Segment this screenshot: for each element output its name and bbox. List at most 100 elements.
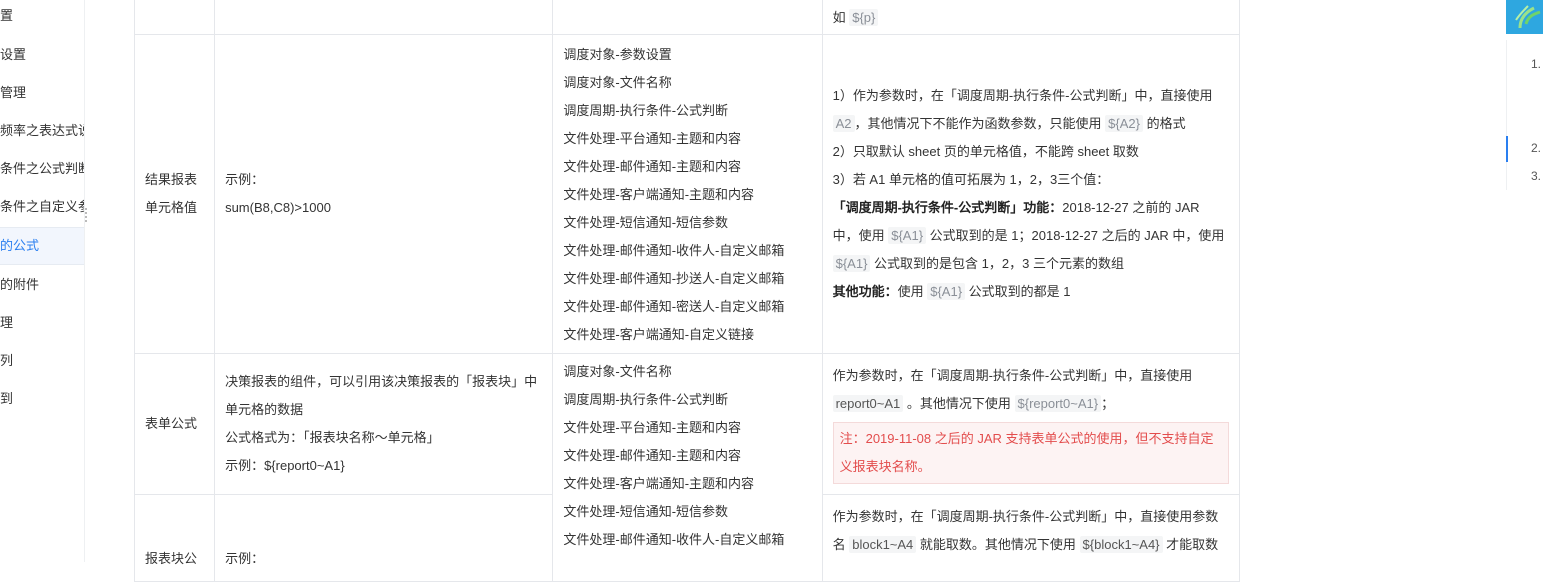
sidebar-item-active[interactable]: 的公式 — [0, 227, 84, 265]
sidebar-item[interactable]: 条件之公式判断 — [0, 151, 84, 187]
formula-table-container: 如 ${p} 结果报表单元格值 示例： sum(B8,C8)>1000 调度对象… — [133, 0, 1241, 582]
sidebar-item[interactable]: 置 — [0, 0, 84, 34]
table-cell: 如 ${p} — [821, 0, 1241, 35]
note-text: 就能取数。其他情况下使用 — [916, 537, 1080, 552]
sidebar-resize-handle[interactable] — [85, 208, 87, 222]
note-text: 公式取到的都是 1 — [965, 284, 1071, 299]
sidebar-item[interactable]: 到 — [0, 381, 84, 417]
inline-code: block1~A4 — [849, 536, 917, 553]
inline-code: report0~A1 — [832, 395, 904, 412]
sidebar-item[interactable]: 列 — [0, 343, 84, 379]
note-paragraph: 3）若 A1 单元格的值可拓展为 1，2，3三个值： — [832, 172, 1110, 187]
usage-item: 文件处理-邮件通知-主题和内容 — [563, 448, 742, 463]
example-cell: 决策报表的组件，可以引用该决策报表的「报表块」中单元格的数据 公式格式为：「报表… — [214, 353, 554, 495]
usage-item: 调度对象-文件名称 — [563, 364, 672, 379]
usage-item: 文件处理-平台通知-主题和内容 — [563, 131, 742, 146]
inline-code: ${block1~A4} — [1079, 536, 1163, 553]
inline-code: ${A1} — [832, 255, 871, 272]
description-text: 决策报表的组件，可以引用该决策报表的「报表块」中单元格的数据 — [225, 374, 538, 417]
usage-item: 文件处理-邮件通知-收件人-自定义邮箱 — [563, 243, 785, 258]
table-of-contents: 1. 2. 3. — [1506, 0, 1543, 562]
usage-item: 文件处理-短信通知-短信参数 — [563, 215, 729, 230]
usage-item: 文件处理-邮件通知-密送人-自定义邮箱 — [563, 299, 785, 314]
toc-active-indicator — [1506, 136, 1508, 162]
type-cell: 表单公式 — [133, 353, 216, 495]
notes-cell: 作为参数时，在「调度周期-执行条件-公式判断」中，直接使用参数名 block1~… — [821, 494, 1241, 582]
note-text: 公式取到的是包含 1，2，3 三个元素的数组 — [870, 256, 1124, 271]
formula-table: 如 ${p} 结果报表单元格值 示例： sum(B8,C8)>1000 调度对象… — [133, 0, 1241, 582]
usage-item: 文件处理-邮件通知-主题和内容 — [563, 159, 742, 174]
table-row: 表单公式 决策报表的组件，可以引用该决策报表的「报表块」中单元格的数据 公式格式… — [133, 353, 1241, 582]
type-label: 表单公式 — [145, 416, 198, 431]
format-text: 公式格式为：「报表块名称～单元格」 — [225, 430, 440, 445]
note-paragraph: 1）作为参数时，在「调度周期-执行条件-公式判断」中，直接使用 A2 ，其他情况下… — [832, 82, 1229, 138]
usage-item: 文件处理-短信通知-短信参数 — [563, 504, 729, 519]
note-text: ，其他情况下不能作为函数参数，只能使用 — [854, 116, 1106, 131]
inline-code: ${report0~A1} — [1014, 395, 1102, 412]
table-cell — [133, 0, 216, 35]
usage-cell: 调度对象-参数设置 调度对象-文件名称 调度周期-执行条件-公式判断 文件处理-… — [552, 34, 823, 354]
example-value: sum(B8,C8)>1000 — [225, 200, 331, 215]
usage-item: 调度对象-参数设置 — [563, 47, 672, 62]
toc-item-active[interactable]: 2. — [1531, 141, 1541, 155]
sidebar-item[interactable]: 管理 — [0, 75, 84, 111]
note-paragraph: 其他功能：使用 ${A1} 公式取到的都是 1 — [833, 278, 1229, 306]
sidebar-item[interactable]: 理 — [0, 305, 84, 341]
usage-cell: 调度对象-文件名称 调度周期-执行条件-公式判断 文件处理-平台通知-主题和内容… — [552, 353, 823, 582]
sidebar-item[interactable]: 条件之自定义参 — [0, 189, 84, 225]
toc-track — [1506, 40, 1507, 190]
note-text: 才能取数 — [1162, 537, 1219, 552]
inline-code: ${A1} — [927, 283, 966, 300]
example-cell: 示例： sum(B8,C8)>1000 — [214, 34, 554, 354]
table-row: 如 ${p} — [133, 0, 1241, 35]
inline-code: ${A2} — [1105, 115, 1143, 132]
notes-cell: 1）作为参数时，在「调度周期-执行条件-公式判断」中，直接使用 A2 ，其他情况下… — [821, 34, 1241, 354]
note-text: 公式取到的是 1；2018-12-27 之后的 JAR 中，使用 — [926, 228, 1225, 243]
inline-code: ${A1} — [888, 227, 927, 244]
usage-item: 文件处理-邮件通知-抄送人-自定义邮箱 — [563, 271, 785, 286]
cell-text: 如 — [832, 9, 850, 25]
toc-item[interactable]: 3. — [1531, 169, 1541, 183]
table-cell — [214, 0, 554, 35]
note-text: 。其他情况下使用 — [903, 396, 1015, 411]
note-text: ； — [1101, 396, 1115, 411]
toc-banner — [1506, 0, 1543, 34]
toc-item[interactable]: 1. — [1531, 57, 1541, 71]
note-text: 使用 — [897, 284, 928, 299]
usage-item: 文件处理-平台通知-主题和内容 — [563, 420, 742, 435]
note-paragraph: 2）只取默认 sheet 页的单元格值，不能跨 sheet 取数 — [832, 144, 1139, 159]
usage-item: 文件处理-邮件通知-收件人-自定义邮箱 — [563, 532, 785, 547]
table-cell — [552, 0, 823, 35]
example-label: 示例： — [225, 551, 265, 566]
usage-item: 文件处理-客户端通知-主题和内容 — [563, 187, 755, 202]
type-cell: 结果报表单元格值 — [133, 34, 216, 354]
usage-item: 调度周期-执行条件-公式判断 — [563, 392, 729, 407]
note-text: 1）作为参数时，在「调度周期-执行条件-公式判断」中，直接使用 — [832, 88, 1213, 103]
sidebar-item[interactable]: 频率之表达式说 — [0, 113, 84, 149]
table-row: 结果报表单元格值 示例： sum(B8,C8)>1000 调度对象-参数设置 调… — [133, 34, 1241, 354]
note-bold: 其他功能： — [832, 284, 898, 299]
note-bold: 「调度周期-执行条件-公式判断」功能： — [832, 200, 1063, 215]
note-paragraph: 「调度周期-执行条件-公式判断」功能：2018-12-27 之前的 JAR 中，… — [832, 194, 1229, 278]
note-paragraph: 作为参数时，在「调度周期-执行条件-公式判断」中，直接使用 report0~A1… — [832, 362, 1229, 418]
type-label: 结果报表单元格值 — [145, 172, 198, 215]
sidebar-item[interactable]: 的附件 — [0, 267, 84, 303]
sidebar-item[interactable]: 设置 — [0, 37, 84, 73]
type-cell: 报表块公 — [133, 494, 216, 582]
note-paragraph: 作为参数时，在「调度周期-执行条件-公式判断」中，直接使用参数名 block1~… — [833, 503, 1229, 559]
usage-item: 文件处理-客户端通知-自定义链接 — [563, 327, 755, 342]
usage-item: 调度周期-执行条件-公式判断 — [563, 103, 729, 118]
type-label: 报表块公 — [145, 551, 198, 566]
example-cell: 示例： — [214, 494, 554, 582]
example-value: 示例：${report0~A1} — [225, 458, 345, 473]
notes-cell: 作为参数时，在「调度周期-执行条件-公式判断」中，直接使用 report0~A1… — [821, 353, 1241, 495]
sidebar-nav: 置 设置 管理 频率之表达式说 条件之公式判断 条件之自定义参 的公式 的附件 … — [0, 0, 85, 562]
usage-item: 调度对象-文件名称 — [563, 75, 672, 90]
example-label: 示例： — [225, 172, 265, 187]
usage-item: 文件处理-客户端通知-主题和内容 — [563, 476, 755, 491]
note-text: 的格式 — [1142, 116, 1186, 131]
note-text: 作为参数时，在「调度周期-执行条件-公式判断」中，直接使用 — [832, 368, 1193, 383]
warning-note: 注：2019-11-08 之后的 JAR 支持表单公式的使用，但不支持自定义报表… — [832, 422, 1229, 484]
inline-code: ${p} — [849, 8, 879, 26]
leaf-icon — [1515, 5, 1541, 29]
